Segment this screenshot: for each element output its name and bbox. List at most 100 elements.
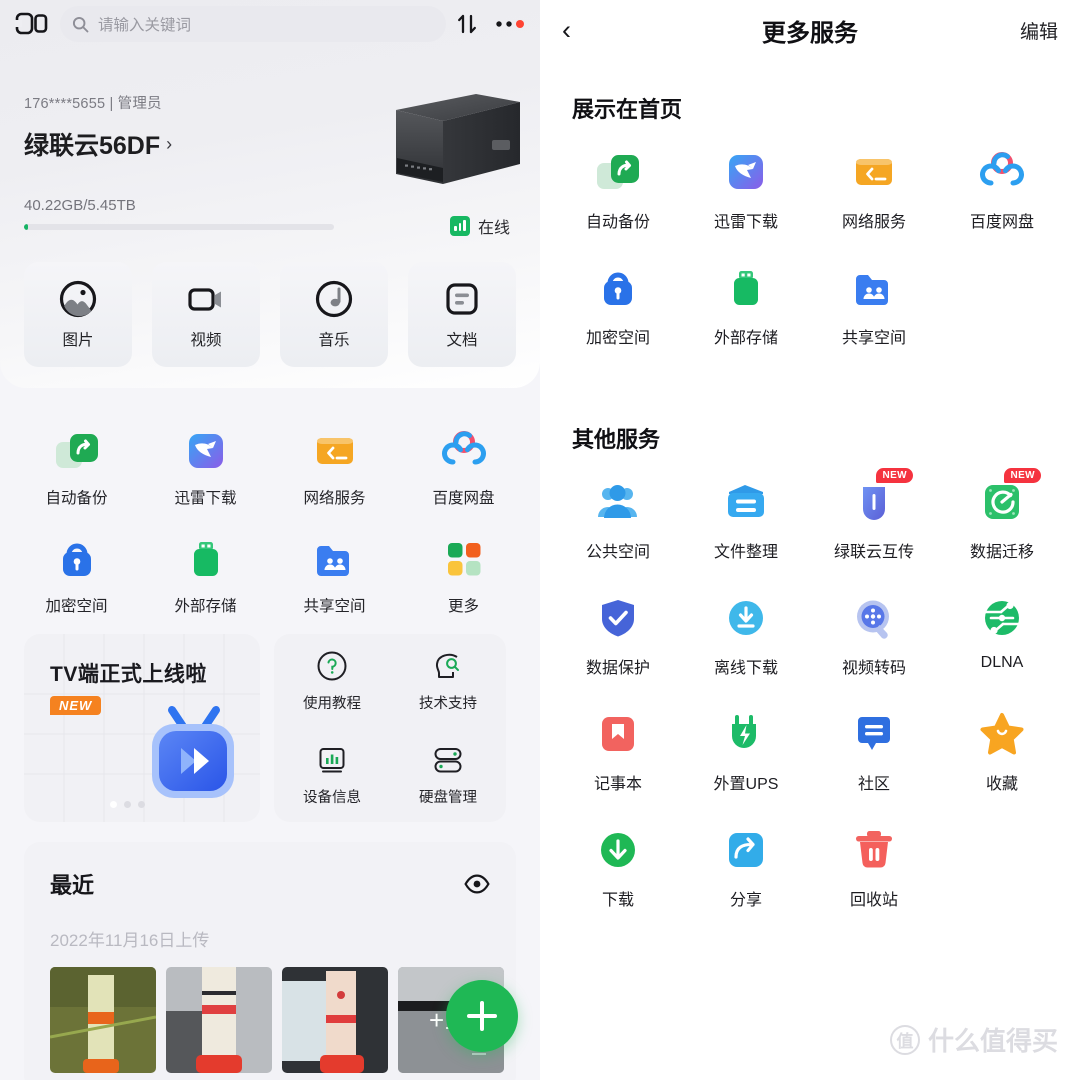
- service-label: 视频转码: [841, 660, 906, 677]
- data-migration-icon: NEW: [976, 468, 1041, 528]
- service-label: 收藏: [985, 776, 1018, 793]
- app-encrypted-space[interactable]: 加密空间: [12, 522, 141, 630]
- disk-manage-icon: [431, 743, 465, 777]
- service-baidu-netdisk[interactable]: 百度网盘: [938, 124, 1066, 240]
- service-encrypted-space[interactable]: 加密空间: [554, 240, 682, 356]
- app-more[interactable]: 更多: [399, 522, 528, 630]
- service-label: 分享: [729, 892, 762, 909]
- section-title-home: 展示在首页: [572, 97, 683, 122]
- app-auto-backup[interactable]: 自动备份: [12, 414, 141, 522]
- search-placeholder: 请输入关键词: [98, 17, 192, 34]
- category-tile-photos[interactable]: 图片: [24, 262, 132, 367]
- service-external-storage[interactable]: 外部存储: [682, 240, 810, 356]
- notification-dot: [516, 20, 524, 28]
- edit-button[interactable]: 编辑: [1020, 17, 1058, 44]
- recent-thumbnail[interactable]: [50, 967, 156, 1073]
- help-item-tutorial[interactable]: 使用教程: [274, 649, 390, 713]
- tv-promo-card[interactable]: TV端正式上线啦 NEW: [24, 634, 260, 822]
- services-row: 加密空间 外部存储 共享空间: [554, 240, 1066, 356]
- app-grid-row: 自动备份 迅雷下载 网络服务 百度网盘: [12, 414, 528, 522]
- video-icon: [186, 279, 226, 319]
- app-thunder-download[interactable]: 迅雷下载: [141, 414, 270, 522]
- service-public-space[interactable]: 公共空间: [554, 454, 682, 570]
- app-label: 外部存储: [174, 598, 237, 615]
- help-item-device-info[interactable]: 设备信息: [274, 743, 390, 807]
- search-input[interactable]: 请输入关键词: [60, 6, 446, 42]
- app-grid-row: 加密空间 外部存储 共享空间 更多: [12, 522, 528, 630]
- chevron-right-icon: ›: [166, 133, 173, 154]
- tv-play-icon: [152, 706, 234, 798]
- service-dlna[interactable]: DLNA: [938, 570, 1066, 686]
- baidu-netdisk-icon: [439, 426, 489, 476]
- network-service-icon: [310, 426, 360, 476]
- network-service-icon: [848, 146, 900, 198]
- home-services-grid: 自动备份 迅雷下载 网络服务 百度网盘 加密空间 外部存储 共享空间: [540, 124, 1080, 356]
- service-thunder-download[interactable]: 迅雷下载: [682, 124, 810, 240]
- ups-icon: [720, 708, 772, 760]
- help-item-support[interactable]: 技术支持: [390, 649, 506, 713]
- app-external-storage[interactable]: 外部存储: [141, 522, 270, 630]
- category-label: 视频: [190, 332, 222, 349]
- service-share[interactable]: 分享: [682, 802, 810, 918]
- service-ugreen-transfer[interactable]: NEW 绿联云互传: [810, 454, 938, 570]
- service-auto-backup[interactable]: 自动备份: [554, 124, 682, 240]
- device-name[interactable]: 绿联云56DF ›: [24, 126, 172, 162]
- service-video-transcode[interactable]: 视频转码: [810, 570, 938, 686]
- services-row: 记事本 外置UPS 社区 收藏: [554, 686, 1066, 802]
- notebook-icon: [592, 708, 644, 760]
- app-baidu-netdisk[interactable]: 百度网盘: [399, 414, 528, 522]
- page-title: 更多服务: [762, 19, 858, 47]
- help-item-disk-manage[interactable]: 硬盘管理: [390, 743, 506, 807]
- shared-space-icon: [310, 534, 360, 584]
- service-shared-space[interactable]: 共享空间: [810, 240, 938, 356]
- service-notebook[interactable]: 记事本: [554, 686, 682, 802]
- category-label: 图片: [62, 332, 94, 349]
- more-dots-icon[interactable]: [494, 19, 526, 29]
- service-community[interactable]: 社区: [810, 686, 938, 802]
- watermark-text: 什么值得买: [927, 1026, 1058, 1056]
- service-label: 自动备份: [585, 214, 650, 231]
- category-tile-documents[interactable]: 文档: [408, 262, 516, 367]
- carousel-dot[interactable]: [124, 801, 131, 808]
- auto-backup-icon: [52, 426, 102, 476]
- service-file-organize[interactable]: 文件整理: [682, 454, 810, 570]
- category-tile-music[interactable]: 音乐: [280, 262, 388, 367]
- service-data-protection[interactable]: 数据保护: [554, 570, 682, 686]
- nas-device-image: [388, 88, 528, 193]
- recent-date: 2022年11月16日上传: [50, 931, 210, 950]
- app-shared-space[interactable]: 共享空间: [270, 522, 399, 630]
- watermark-logo-icon: 值: [889, 1024, 920, 1055]
- recent-thumbnail[interactable]: [166, 967, 272, 1073]
- eye-icon[interactable]: [464, 874, 490, 894]
- service-data-migration[interactable]: NEW 数据迁移: [938, 454, 1066, 570]
- tech-support-icon: [431, 649, 465, 683]
- category-tile-videos[interactable]: 视频: [152, 262, 260, 367]
- app-label: 百度网盘: [432, 490, 495, 507]
- more-services-toolbar: ‹ 更多服务 编辑: [540, 0, 1080, 60]
- service-label: 记事本: [593, 776, 642, 793]
- carousel-dot[interactable]: [110, 801, 117, 808]
- add-fab-button[interactable]: [446, 980, 518, 1052]
- service-label: 社区: [857, 776, 890, 793]
- dlna-icon: [976, 592, 1028, 644]
- service-ups[interactable]: 外置UPS: [682, 686, 810, 802]
- search-icon: [72, 16, 89, 33]
- app-network-service[interactable]: 网络服务: [270, 414, 399, 522]
- service-recycle-bin[interactable]: 回收站: [810, 802, 938, 918]
- service-favorites[interactable]: 收藏: [938, 686, 1066, 802]
- services-row: 公共空间 文件整理 NEW 绿联云互传 NEW 数据迁移: [554, 454, 1066, 570]
- service-offline-download[interactable]: 离线下载: [682, 570, 810, 686]
- app-label: 网络服务: [303, 490, 366, 507]
- device-name-label: 绿联云56DF: [24, 132, 161, 160]
- status-label: 在线: [477, 220, 510, 237]
- service-download[interactable]: 下载: [554, 802, 682, 918]
- recent-thumbnail[interactable]: [282, 967, 388, 1073]
- signal-icon: [449, 216, 470, 236]
- carousel-dots[interactable]: [110, 801, 145, 808]
- carousel-dot[interactable]: [138, 801, 145, 808]
- sort-transfer-icon[interactable]: [456, 11, 484, 37]
- capacity-text: 40.22GB/5.45TB: [24, 197, 136, 214]
- tv-promo-title: TV端正式上线啦: [50, 663, 207, 686]
- cast-screen-icon[interactable]: [14, 9, 48, 39]
- service-network-service[interactable]: 网络服务: [810, 124, 938, 240]
